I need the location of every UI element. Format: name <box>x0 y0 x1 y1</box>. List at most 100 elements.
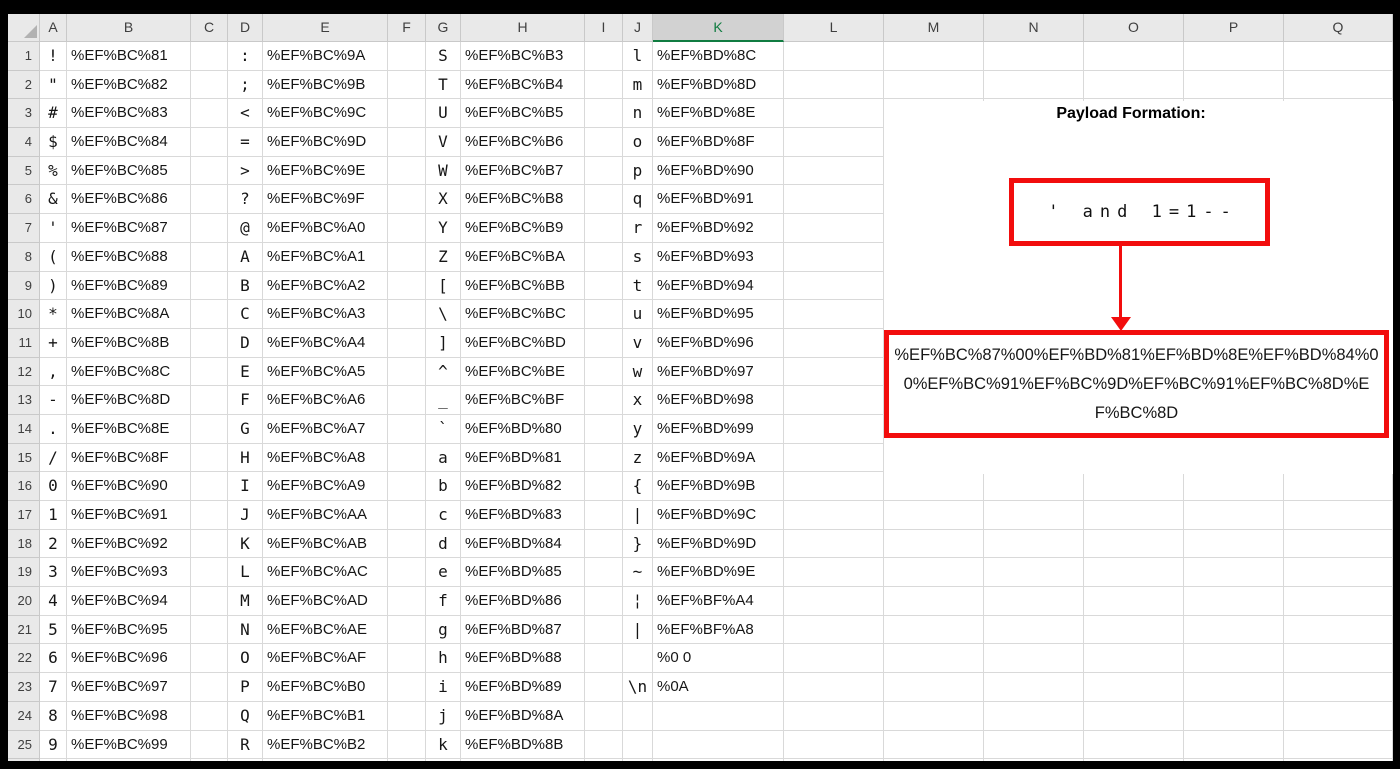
cell-B25[interactable]: %EF%BC%99 <box>67 730 191 760</box>
cell-K26[interactable] <box>653 759 784 761</box>
cell-F25[interactable] <box>388 730 426 760</box>
cell-H3[interactable]: %EF%BC%B5 <box>461 99 585 129</box>
cell-O23[interactable] <box>1084 673 1184 702</box>
cell-B10[interactable]: %EF%BC%8A <box>67 300 191 329</box>
cell-M2[interactable] <box>884 70 984 100</box>
cell-D5[interactable]: > <box>228 156 263 186</box>
cell-E20[interactable]: %EF%BC%AD <box>263 587 388 616</box>
cell-B8[interactable]: %EF%BC%88 <box>67 242 191 272</box>
cell-P23[interactable] <box>1184 673 1284 702</box>
cell-A3[interactable]: # <box>40 99 67 129</box>
cell-J24[interactable] <box>623 701 653 731</box>
cell-Q21[interactable] <box>1284 615 1393 645</box>
row-header-7[interactable]: 7 <box>8 214 40 243</box>
cell-H23[interactable]: %EF%BD%89 <box>461 673 585 702</box>
cell-B17[interactable]: %EF%BC%91 <box>67 501 191 530</box>
cell-I1[interactable] <box>585 42 623 71</box>
cell-E24[interactable]: %EF%BC%B1 <box>263 701 388 731</box>
cell-D12[interactable]: E <box>228 357 263 387</box>
cell-J13[interactable]: x <box>623 386 653 415</box>
cell-A16[interactable]: 0 <box>40 472 67 501</box>
column-header-C[interactable]: C <box>191 14 228 42</box>
cell-I16[interactable] <box>585 472 623 501</box>
cell-I5[interactable] <box>585 156 623 186</box>
cell-G19[interactable]: e <box>426 558 461 588</box>
cell-L12[interactable] <box>784 357 884 387</box>
cell-C25[interactable] <box>191 730 228 760</box>
cell-H25[interactable]: %EF%BD%8B <box>461 730 585 760</box>
row-header-16[interactable]: 16 <box>8 472 40 501</box>
cell-M17[interactable] <box>884 501 984 530</box>
cell-B6[interactable]: %EF%BC%86 <box>67 185 191 215</box>
cell-H18[interactable]: %EF%BD%84 <box>461 529 585 559</box>
cell-B5[interactable]: %EF%BC%85 <box>67 156 191 186</box>
row-header-17[interactable]: 17 <box>8 501 40 530</box>
cell-H1[interactable]: %EF%BC%B3 <box>461 42 585 71</box>
cell-C11[interactable] <box>191 328 228 358</box>
cell-O20[interactable] <box>1084 587 1184 616</box>
cell-A1[interactable]: ! <box>40 42 67 71</box>
cell-L11[interactable] <box>784 328 884 358</box>
cell-K2[interactable]: %EF%BD%8D <box>653 70 784 100</box>
cell-B3[interactable]: %EF%BC%83 <box>67 99 191 129</box>
cell-L16[interactable] <box>784 472 884 501</box>
cell-H22[interactable]: %EF%BD%88 <box>461 644 585 674</box>
cell-Q1[interactable] <box>1284 42 1393 71</box>
cell-E19[interactable]: %EF%BC%AC <box>263 558 388 588</box>
cell-A26[interactable] <box>40 759 67 761</box>
cell-I8[interactable] <box>585 242 623 272</box>
cell-N2[interactable] <box>984 70 1084 100</box>
cell-J20[interactable]: ¦ <box>623 587 653 616</box>
cell-L8[interactable] <box>784 242 884 272</box>
cell-N16[interactable] <box>984 472 1084 501</box>
column-header-G[interactable]: G <box>426 14 461 42</box>
cell-L24[interactable] <box>784 701 884 731</box>
cell-C12[interactable] <box>191 357 228 387</box>
row-header-22[interactable]: 22 <box>8 644 40 674</box>
cell-D24[interactable]: Q <box>228 701 263 731</box>
cell-B4[interactable]: %EF%BC%84 <box>67 128 191 157</box>
cell-C19[interactable] <box>191 558 228 588</box>
cell-N26[interactable] <box>984 759 1084 761</box>
cell-H24[interactable]: %EF%BD%8A <box>461 701 585 731</box>
cell-I6[interactable] <box>585 185 623 215</box>
cell-A25[interactable]: 9 <box>40 730 67 760</box>
cell-G17[interactable]: c <box>426 501 461 530</box>
cell-K11[interactable]: %EF%BD%96 <box>653 328 784 358</box>
cell-K14[interactable]: %EF%BD%99 <box>653 414 784 444</box>
cell-G23[interactable]: i <box>426 673 461 702</box>
cell-Q2[interactable] <box>1284 70 1393 100</box>
cell-B18[interactable]: %EF%BC%92 <box>67 529 191 559</box>
cell-A12[interactable]: , <box>40 357 67 387</box>
cell-C15[interactable] <box>191 443 228 473</box>
cell-E13[interactable]: %EF%BC%A6 <box>263 386 388 415</box>
row-header-11[interactable]: 11 <box>8 328 40 358</box>
cell-D1[interactable]: : <box>228 42 263 71</box>
cell-N19[interactable] <box>984 558 1084 588</box>
cell-L15[interactable] <box>784 443 884 473</box>
cell-P19[interactable] <box>1184 558 1284 588</box>
cell-A15[interactable]: / <box>40 443 67 473</box>
cell-H20[interactable]: %EF%BD%86 <box>461 587 585 616</box>
cell-E21[interactable]: %EF%BC%AE <box>263 615 388 645</box>
cell-L23[interactable] <box>784 673 884 702</box>
cell-C4[interactable] <box>191 128 228 157</box>
cell-D11[interactable]: D <box>228 328 263 358</box>
cell-N20[interactable] <box>984 587 1084 616</box>
cell-N21[interactable] <box>984 615 1084 645</box>
cell-A18[interactable]: 2 <box>40 529 67 559</box>
cell-E7[interactable]: %EF%BC%A0 <box>263 214 388 243</box>
cell-A19[interactable]: 3 <box>40 558 67 588</box>
cell-H13[interactable]: %EF%BC%BF <box>461 386 585 415</box>
cell-B1[interactable]: %EF%BC%81 <box>67 42 191 71</box>
cell-C1[interactable] <box>191 42 228 71</box>
cell-A6[interactable]: & <box>40 185 67 215</box>
cell-L13[interactable] <box>784 386 884 415</box>
cell-O21[interactable] <box>1084 615 1184 645</box>
cell-H11[interactable]: %EF%BC%BD <box>461 328 585 358</box>
arrow-down-icon[interactable] <box>1119 246 1122 320</box>
cell-G13[interactable]: _ <box>426 386 461 415</box>
cell-E4[interactable]: %EF%BC%9D <box>263 128 388 157</box>
cell-A23[interactable]: 7 <box>40 673 67 702</box>
cell-H5[interactable]: %EF%BC%B7 <box>461 156 585 186</box>
